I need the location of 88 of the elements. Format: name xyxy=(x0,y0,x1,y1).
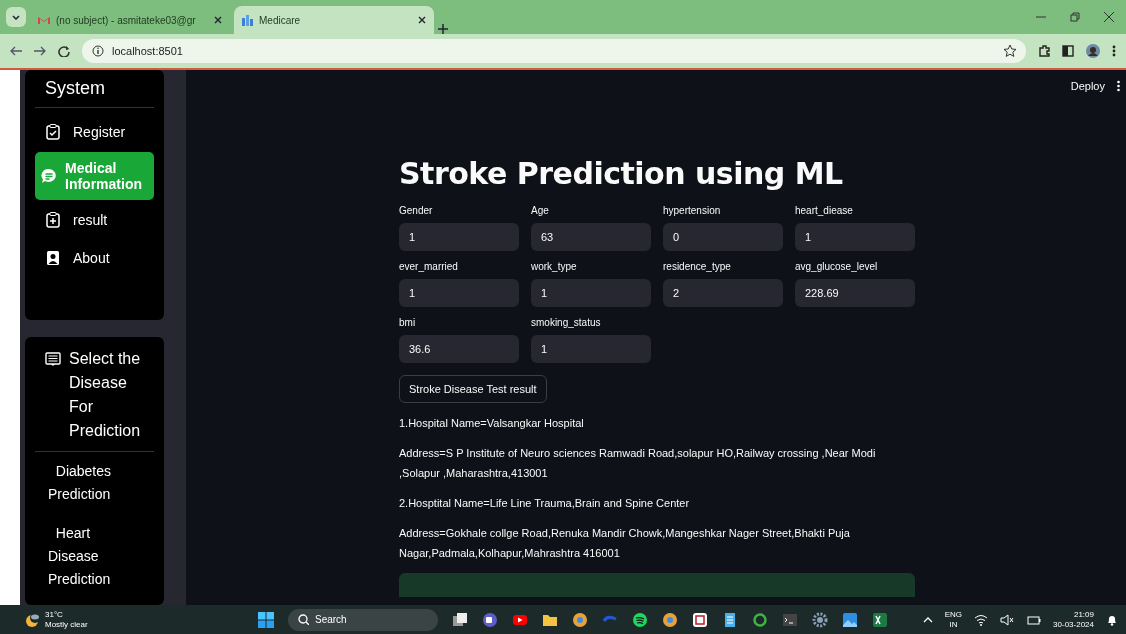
input-field[interactable]: 1 xyxy=(399,223,519,251)
menu-item[interactable]: Register xyxy=(35,114,154,150)
clipboard-check-icon xyxy=(45,124,61,140)
stack-icon[interactable] xyxy=(452,611,468,628)
more-icon xyxy=(1117,80,1120,92)
input-field[interactable]: 1 xyxy=(531,279,651,307)
gear-icon[interactable] xyxy=(812,611,828,628)
address-text: Address=S P Institute of Neuro sciences Ramwadi Road,solapur HO,Railway crossing ,Near Modi ,Solapur ,Maharashtra,413001 xyxy=(399,446,877,481)
forward-icon xyxy=(34,45,46,57)
wifi-icon xyxy=(974,613,989,626)
reload-icon xyxy=(58,45,70,57)
field-label: heart_diease xyxy=(795,205,854,216)
side-panel-icon xyxy=(1062,45,1074,57)
new-tab-icon xyxy=(438,24,448,34)
more-icon xyxy=(1112,45,1116,57)
disease-title: Select the Disease For Prediction xyxy=(69,349,142,441)
input-field[interactable]: 1 xyxy=(399,279,519,307)
back-icon xyxy=(10,45,22,57)
chat-icon[interactable] xyxy=(482,611,498,628)
field-label: Age xyxy=(531,205,550,216)
terminal-icon[interactable] xyxy=(782,611,798,628)
notepad-icon[interactable] xyxy=(722,611,738,628)
field-label: work_type xyxy=(531,261,578,272)
list-icon xyxy=(45,352,61,368)
tile-icon[interactable] xyxy=(692,611,708,628)
circle-icon[interactable] xyxy=(662,611,678,628)
browser-tab[interactable]: Medicare xyxy=(234,6,434,34)
bell-icon xyxy=(1106,613,1118,626)
language-text: ENG xyxy=(944,609,963,620)
restore-icon xyxy=(1070,12,1080,22)
input-field[interactable]: 0 xyxy=(663,223,783,251)
close-icon xyxy=(214,16,222,24)
search-field[interactable]: Search xyxy=(288,608,438,631)
hospital-name: 1.Hospital Name=Valsangkar Hospital xyxy=(399,416,585,431)
chat-icon xyxy=(41,168,57,184)
weather-icon xyxy=(24,611,40,628)
temperature: 31°C xyxy=(45,609,63,620)
address-text: Address=Gokhale collge Road,Renuka Mandir Chowk,Mangeshkar Nager Street,Bhakti Puja Nagar,Padmala,Kolhapur,Mahrashtra 416001 xyxy=(399,526,851,561)
clipboard-plus-icon xyxy=(45,212,61,228)
puzzle-icon xyxy=(1038,45,1050,57)
browser-tab[interactable]: (no subject) - asmitateke03@gr xyxy=(30,6,230,34)
circle-icon[interactable] xyxy=(572,611,588,628)
search-icon xyxy=(298,614,309,625)
disease-item[interactable]: Heart Disease Prediction xyxy=(35,514,154,599)
spreadsheet-icon[interactable] xyxy=(872,611,888,628)
clock-date: 30-03-2024 xyxy=(1053,619,1094,630)
input-field[interactable]: 36.6 xyxy=(399,335,519,363)
mail-icon xyxy=(38,15,50,25)
menu-item[interactable]: About xyxy=(35,240,154,276)
clock-time: 21:09 xyxy=(1073,609,1094,620)
field-label: hypertension xyxy=(663,205,722,216)
bars-icon xyxy=(242,14,253,26)
field-label: residence_type xyxy=(663,261,732,272)
disease-item[interactable]: Diabetes Prediction xyxy=(35,452,154,514)
input-field[interactable]: 1 xyxy=(531,335,651,363)
star-icon xyxy=(1004,45,1016,57)
windows-logo-icon xyxy=(258,611,274,628)
hospital-name: 2.Hosptital Name=Life Line Trauma,Brain and Spine Center xyxy=(399,496,691,511)
mute-icon xyxy=(1000,613,1015,626)
field-label: smoking_status xyxy=(531,317,602,328)
result-button[interactable]: Stroke Disease Test result xyxy=(399,375,547,403)
input-field[interactable]: 63 xyxy=(531,223,651,251)
waves-icon[interactable] xyxy=(632,611,648,628)
field-label: avg_glucose_level xyxy=(795,261,879,272)
input-field[interactable]: 2 xyxy=(663,279,783,307)
tab-list-button[interactable] xyxy=(6,7,26,27)
menu-title: System xyxy=(35,78,154,108)
close-icon xyxy=(418,16,426,24)
weather-text: Mostly clear xyxy=(45,619,88,630)
caret-icon xyxy=(12,14,20,20)
chevron-up-icon xyxy=(922,616,933,623)
address-text[interactable]: localhost:8501 xyxy=(112,45,183,57)
photo-icon[interactable] xyxy=(842,611,858,628)
battery-icon xyxy=(1026,613,1042,626)
deploy-button[interactable]: Deploy xyxy=(1070,80,1105,92)
contact-icon xyxy=(45,250,61,266)
field-label: ever_married xyxy=(399,261,459,272)
input-field[interactable]: 1 xyxy=(795,223,915,251)
region-text: IN xyxy=(949,619,958,630)
input-field[interactable]: 228.69 xyxy=(795,279,915,307)
page-title: Stroke Prediction using ML xyxy=(399,156,844,191)
avatar-icon xyxy=(1086,44,1100,58)
field-label: bmi xyxy=(399,317,417,328)
menu-item[interactable]: result xyxy=(35,202,154,238)
info-icon xyxy=(92,45,104,57)
close-icon xyxy=(1104,12,1114,22)
ring-icon[interactable] xyxy=(752,611,768,628)
field-label: Gender xyxy=(399,205,434,216)
